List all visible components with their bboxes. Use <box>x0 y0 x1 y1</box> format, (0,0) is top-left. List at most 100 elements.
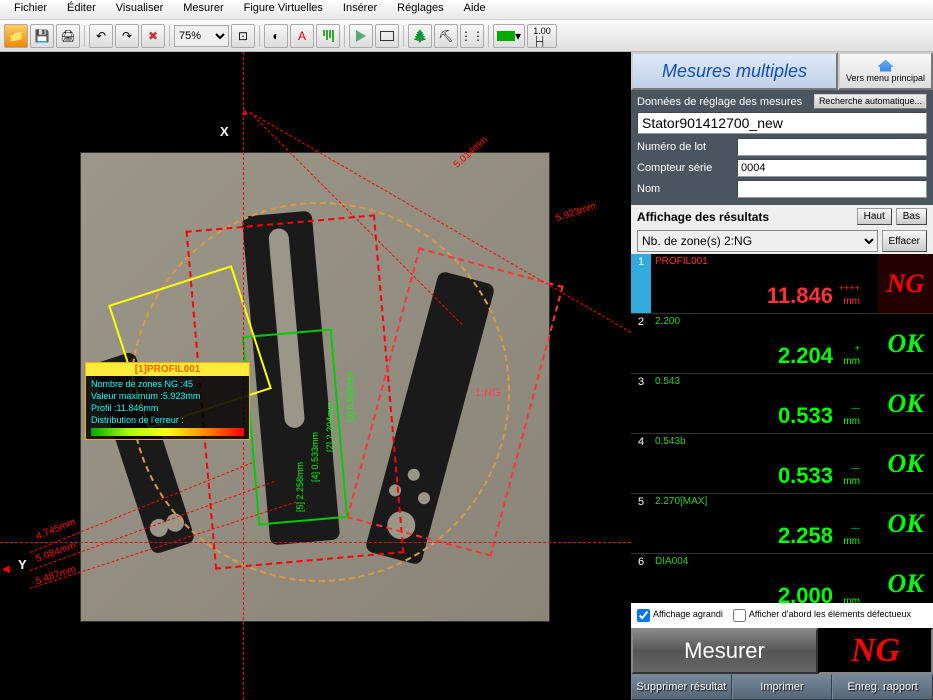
result-mark: --- <box>851 403 860 413</box>
settings-section: Données de réglage des mesures Recherche… <box>631 90 933 205</box>
play-icon[interactable] <box>349 24 373 48</box>
result-index: 4 <box>631 434 651 493</box>
menu-insert[interactable]: Insérer <box>333 0 387 19</box>
name-label: Nom <box>637 183 737 195</box>
name-input[interactable] <box>737 180 927 198</box>
toolbar: 📁 💾 🖨 ↶ ↷ ✖ 75% ⊡ ◐ A 🌲 ⛏ ⋮⋮ ▾ 1.00├┤ <box>0 20 933 52</box>
menu-help[interactable]: Aide <box>454 0 496 19</box>
result-mark: --- <box>851 523 860 533</box>
measure-button[interactable]: Mesurer <box>631 628 818 674</box>
main-menu-button[interactable]: Vers menu principal <box>838 52 933 90</box>
g-lbl-3: [4] 0.533mm <box>310 432 320 482</box>
measurement-viewport[interactable]: X Y ▲ ◀ 5.014mm 5.923mm 4.745mm 5.084mm … <box>0 52 631 700</box>
result-value: 11.846 <box>767 283 833 309</box>
x-axis-label: X <box>220 124 229 139</box>
result-index: 6 <box>631 554 651 603</box>
tooltip-line: Profil :11.846mm <box>91 402 244 414</box>
result-name: PROFIL001 <box>655 256 874 267</box>
result-value: 2.204 <box>778 343 833 369</box>
menu-measure[interactable]: Mesurer <box>173 0 233 19</box>
result-index: 2 <box>631 314 651 373</box>
tool-bars-icon[interactable] <box>316 24 340 48</box>
error-gradient <box>91 428 244 436</box>
lot-label: Numéro de lot <box>637 141 737 153</box>
result-row[interactable]: 5 2.270[MAX] --- 2.258 mm OK <box>631 494 933 554</box>
result-value: 2.258 <box>778 523 833 549</box>
result-name: 0.543 <box>655 376 874 387</box>
serial-label: Compteur série <box>637 162 737 174</box>
result-unit: mm <box>843 296 860 307</box>
cancel-icon[interactable]: ✖ <box>141 24 165 48</box>
defects-first-checkbox[interactable]: Afficher d'abord les éléments défectueux <box>733 609 911 622</box>
result-mark: ++++ <box>839 283 860 293</box>
result-value: 2.000 <box>778 583 833 603</box>
color-icon[interactable]: ▾ <box>493 24 525 48</box>
grid-icon[interactable]: ⋮⋮ <box>460 24 484 48</box>
serial-input[interactable] <box>737 159 927 177</box>
zone-select[interactable]: Nb. de zone(s) 2:NG <box>637 230 878 252</box>
menu-file[interactable]: Fichier <box>4 0 57 19</box>
tree1-icon[interactable]: 🌲 <box>408 24 432 48</box>
settings-title: Données de réglage des mesures <box>637 96 802 108</box>
zoom-select[interactable]: 75% <box>174 25 229 47</box>
print-icon[interactable]: 🖨 <box>56 24 80 48</box>
result-mark: --- <box>851 463 860 473</box>
result-unit: mm <box>843 356 860 367</box>
menu-figures[interactable]: Figure Virtuelles <box>234 0 333 19</box>
result-status: OK <box>878 554 933 603</box>
home-label: Vers menu principal <box>846 73 925 83</box>
save-report-button[interactable]: Enreg. rapport <box>832 674 933 700</box>
result-status: OK <box>878 434 933 493</box>
result-status: OK <box>878 314 933 373</box>
up-button[interactable]: Haut <box>857 208 892 225</box>
g-lbl-2: [2] 2.204mm <box>325 402 335 452</box>
undo-icon[interactable]: ↶ <box>89 24 113 48</box>
redo-icon[interactable]: ↷ <box>115 24 139 48</box>
delete-result-button[interactable]: Supprimer résultat <box>631 674 732 700</box>
menu-view[interactable]: Visualiser <box>106 0 174 19</box>
result-name: 0.543b <box>655 436 874 447</box>
down-button[interactable]: Bas <box>896 208 927 225</box>
print-button[interactable]: Imprimer <box>732 674 833 700</box>
menu-edit[interactable]: Éditer <box>57 0 106 19</box>
lot-input[interactable] <box>737 138 927 156</box>
result-row[interactable]: 3 0.543 --- 0.533 mm OK <box>631 374 933 434</box>
result-row[interactable]: 1 PROFIL001 ++++ 11.846 mm NG <box>631 254 933 314</box>
fit-icon[interactable]: ⊡ <box>231 24 255 48</box>
result-value: 0.533 <box>778 403 833 429</box>
open-icon[interactable]: 📁 <box>4 24 28 48</box>
results-list[interactable]: 1 PROFIL001 ++++ 11.846 mm NG2 2.200 + 2… <box>631 254 933 603</box>
profile-tooltip: [1]PROFIL001 Nombre de zones NG :45 Vale… <box>85 362 250 440</box>
result-index: 5 <box>631 494 651 553</box>
result-status: OK <box>878 494 933 553</box>
menu-settings[interactable]: Réglages <box>387 0 453 19</box>
result-index: 3 <box>631 374 651 433</box>
result-row[interactable]: 6 DIA004 2.000 mm OK <box>631 554 933 603</box>
results-title: Affichage des résultats <box>637 210 853 224</box>
result-row[interactable]: 4 0.543b --- 0.533 mm OK <box>631 434 933 494</box>
dim-icon[interactable]: 1.00├┤ <box>527 24 557 48</box>
tool-a-icon[interactable]: ◐ <box>264 24 288 48</box>
multi-measure-button[interactable]: Mesures multiples <box>631 52 838 90</box>
tool-text-icon[interactable]: A <box>290 24 314 48</box>
save-icon[interactable]: 💾 <box>30 24 54 48</box>
result-row[interactable]: 2 2.200 + 2.204 mm OK <box>631 314 933 374</box>
tooltip-line: Valeur maximum :5.923mm <box>91 390 244 402</box>
result-unit: mm <box>843 596 860 603</box>
tooltip-header: [1]PROFIL001 <box>86 363 249 376</box>
dim-3: 4.745mm <box>34 517 77 543</box>
result-mark: + <box>855 343 860 353</box>
result-unit: mm <box>843 416 860 427</box>
program-name-field[interactable]: Stator901412700_new <box>637 112 927 134</box>
tree2-icon[interactable]: ⛏ <box>434 24 458 48</box>
home-icon <box>878 60 894 72</box>
rect-icon[interactable] <box>375 24 399 48</box>
tooltip-line: Distribution de l'erreur : <box>91 414 244 426</box>
g-lbl-4: [5] 2.258mm <box>295 462 305 512</box>
result-unit: mm <box>843 536 860 547</box>
g-lbl-1: [3] 0.533mm <box>345 372 355 422</box>
result-name: 2.270[MAX] <box>655 496 874 507</box>
auto-search-button[interactable]: Recherche automatique... <box>814 94 927 109</box>
clear-button[interactable]: Effacer <box>882 230 928 252</box>
enlarge-checkbox[interactable]: Affichage agrandi <box>637 609 723 622</box>
